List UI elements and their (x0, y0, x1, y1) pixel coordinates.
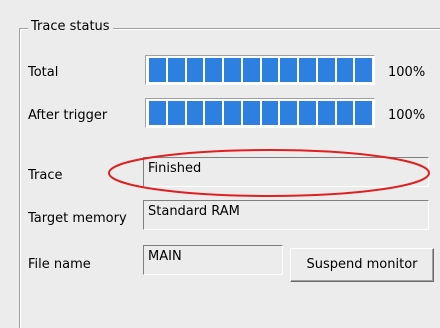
trace-label: Trace (28, 168, 63, 183)
progress-segment (186, 101, 204, 125)
after-trigger-percent: 100% (388, 108, 426, 123)
progress-segment (261, 101, 279, 125)
progress-segment (317, 58, 335, 82)
progress-segment (205, 101, 222, 125)
file-name-field: MAIN (143, 245, 283, 275)
progress-segment (167, 101, 185, 125)
after-trigger-label: After trigger (28, 108, 108, 123)
progress-segment (299, 58, 316, 82)
progress-segment (149, 58, 166, 82)
file-name-label: File name (28, 257, 91, 272)
progress-segment (242, 101, 260, 125)
progress-segment (336, 58, 354, 82)
target-memory-label: Target memory (28, 211, 127, 226)
after-trigger-progress-bar (145, 98, 375, 128)
progress-segment (355, 101, 372, 125)
progress-segment (242, 58, 260, 82)
progress-segment (261, 58, 279, 82)
trace-status-title: Trace status (28, 18, 113, 36)
progress-segment (149, 101, 166, 125)
progress-segment (280, 58, 297, 82)
progress-segment (355, 58, 372, 82)
progress-segment (205, 58, 222, 82)
progress-segment (280, 101, 297, 125)
total-progress-bar (145, 55, 375, 85)
progress-segment (299, 101, 316, 125)
trace-status-field: Finished (143, 157, 429, 187)
total-label: Total (28, 65, 59, 80)
suspend-monitor-button[interactable]: Suspend monitor (290, 248, 434, 282)
progress-segment (186, 58, 204, 82)
progress-segment (224, 101, 241, 125)
progress-segment (167, 58, 185, 82)
progress-segment (317, 101, 335, 125)
target-memory-field: Standard RAM (143, 200, 429, 230)
progress-segment (336, 101, 354, 125)
progress-segment (224, 58, 241, 82)
total-percent: 100% (388, 65, 426, 80)
